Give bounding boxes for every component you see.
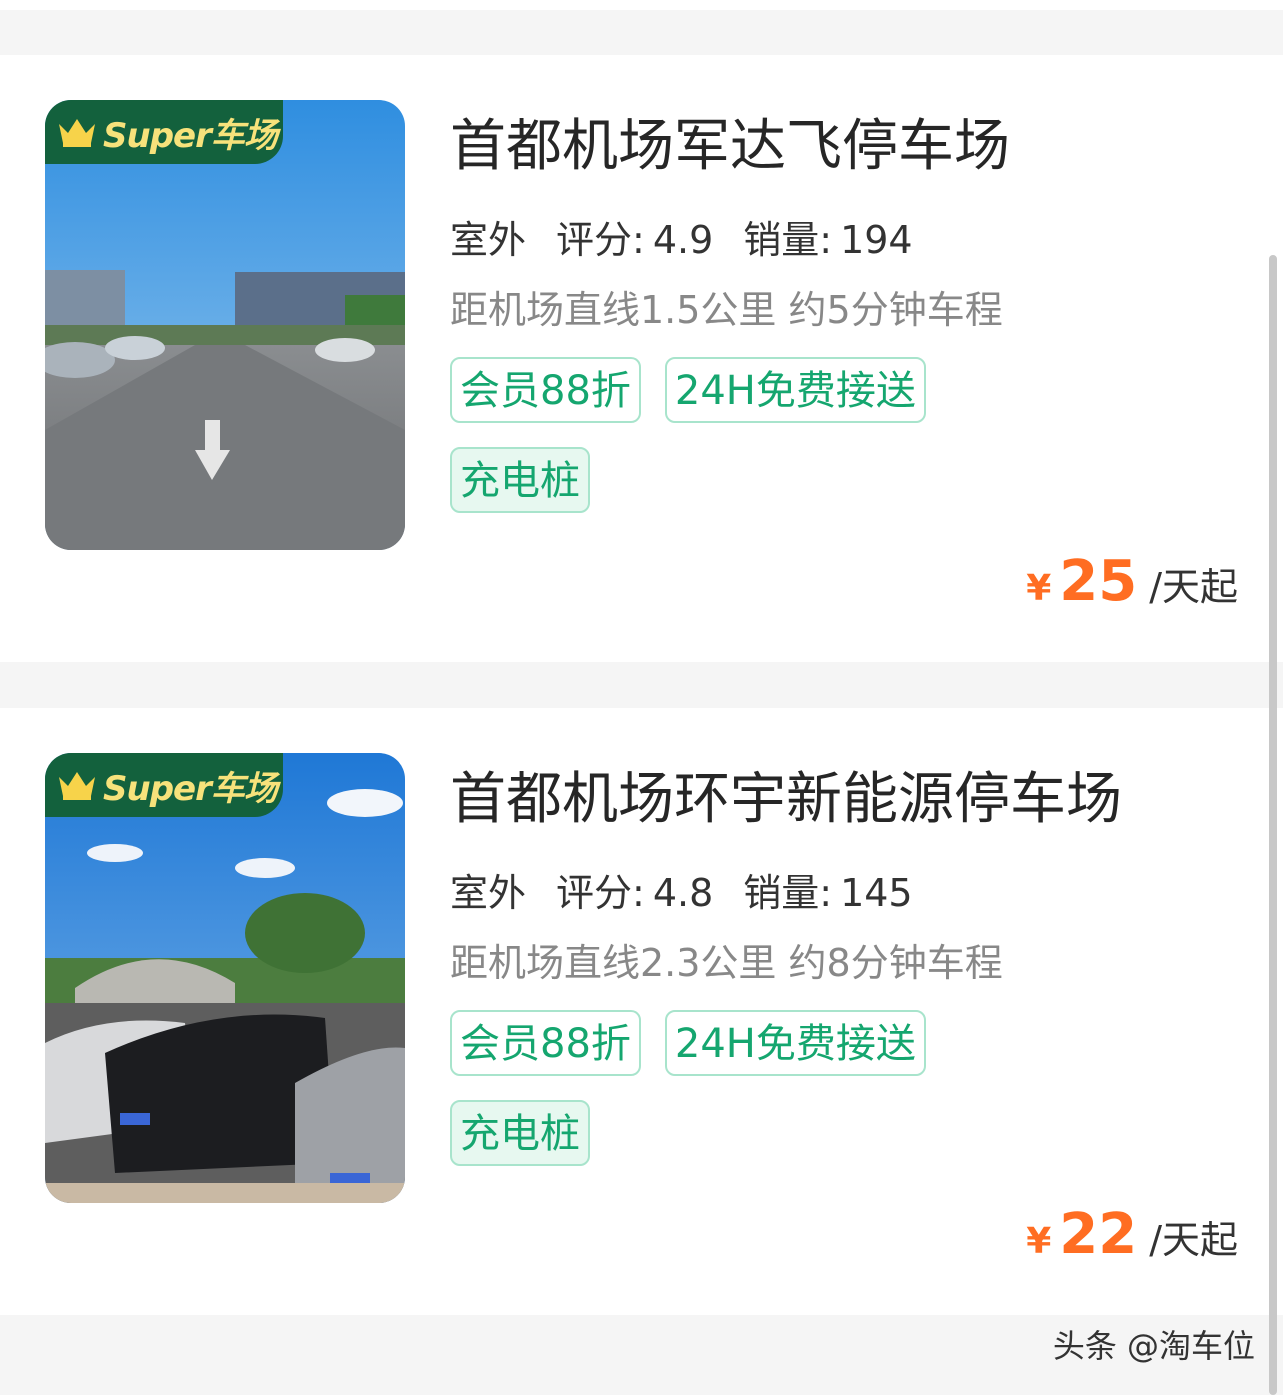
price-value: 22 — [1059, 1202, 1138, 1267]
currency-symbol: ¥ — [1026, 1221, 1052, 1262]
tag-free-shuttle: 24H免费接送 — [664, 1010, 926, 1076]
price-unit: /天起 — [1149, 565, 1238, 609]
tag-free-shuttle: 24H免费接送 — [664, 357, 926, 423]
parking-photo-1[interactable]: Super车场 — [45, 100, 405, 550]
parking-card-2[interactable]: Super车场 首都机场环宇新能源停车场 室外 评分: 4.8 销量: 145 … — [0, 708, 1283, 1315]
price: ¥ 22 /天起 — [1026, 1202, 1238, 1267]
parking-meta: 室外 评分: 4.8 销量: 145 — [450, 866, 1243, 920]
tag-charging: 充电桩 — [450, 447, 590, 513]
tag-member-discount: 会员88折 — [450, 357, 641, 423]
parking-list: Super车场 首都机场军达飞停车场 室外 评分: 4.9 销量: 194 距机… — [0, 0, 1283, 1361]
parking-name: 首都机场环宇新能源停车场 — [450, 767, 1122, 832]
scrollbar[interactable] — [1269, 255, 1277, 1395]
sales-label: 销量: — [743, 218, 833, 262]
parking-meta: 室外 评分: 4.9 销量: 194 — [450, 213, 1243, 267]
feature-tags: 会员88折 24H免费接送 充电桩 — [450, 1010, 1010, 1166]
tag-member-discount: 会员88折 — [450, 1010, 641, 1076]
environment-tag: 室外 — [450, 866, 531, 920]
parking-name: 首都机场军达飞停车场 — [450, 114, 1010, 179]
price: ¥ 25 /天起 — [1026, 549, 1238, 614]
parking-photo-2[interactable]: Super车场 — [45, 753, 405, 1203]
feature-tags: 会员88折 24H免费接送 充电桩 — [450, 357, 1010, 513]
rating-label: 评分: — [556, 218, 645, 262]
super-badge-label: Super车场 — [103, 115, 278, 156]
distance-text: 距机场直线2.3公里 约8分钟车程 — [450, 941, 1003, 985]
environment-tag: 室外 — [450, 213, 531, 267]
super-badge-label: Super车场 — [103, 768, 278, 809]
price-unit: /天起 — [1149, 1218, 1238, 1262]
parking-card-1[interactable]: Super车场 首都机场军达飞停车场 室外 评分: 4.9 销量: 194 距机… — [0, 55, 1283, 662]
super-badge: Super车场 — [45, 753, 283, 817]
list-top-gap — [0, 0, 1283, 55]
crown-icon — [59, 119, 95, 147]
crown-icon — [59, 772, 95, 800]
rating-label: 评分: — [556, 871, 645, 915]
sales-value: 145 — [840, 871, 913, 915]
parking-info-1: 首都机场军达飞停车场 室外 评分: 4.9 销量: 194 距机场直线1.5公里… — [450, 105, 1243, 513]
tag-charging: 充电桩 — [450, 1100, 590, 1166]
sales-label: 销量: — [743, 871, 833, 915]
rating-value: 4.9 — [652, 218, 714, 262]
card-divider — [0, 662, 1283, 708]
currency-symbol: ¥ — [1026, 568, 1052, 609]
distance-text: 距机场直线1.5公里 约5分钟车程 — [450, 288, 1003, 332]
super-badge: Super车场 — [45, 100, 283, 164]
parking-info-2: 首都机场环宇新能源停车场 室外 评分: 4.8 销量: 145 距机场直线2.3… — [450, 758, 1243, 1166]
price-value: 25 — [1059, 549, 1138, 614]
watermark: 头条 @淘车位 — [1052, 1327, 1255, 1365]
rating-value: 4.8 — [652, 871, 714, 915]
sales-value: 194 — [840, 218, 913, 262]
